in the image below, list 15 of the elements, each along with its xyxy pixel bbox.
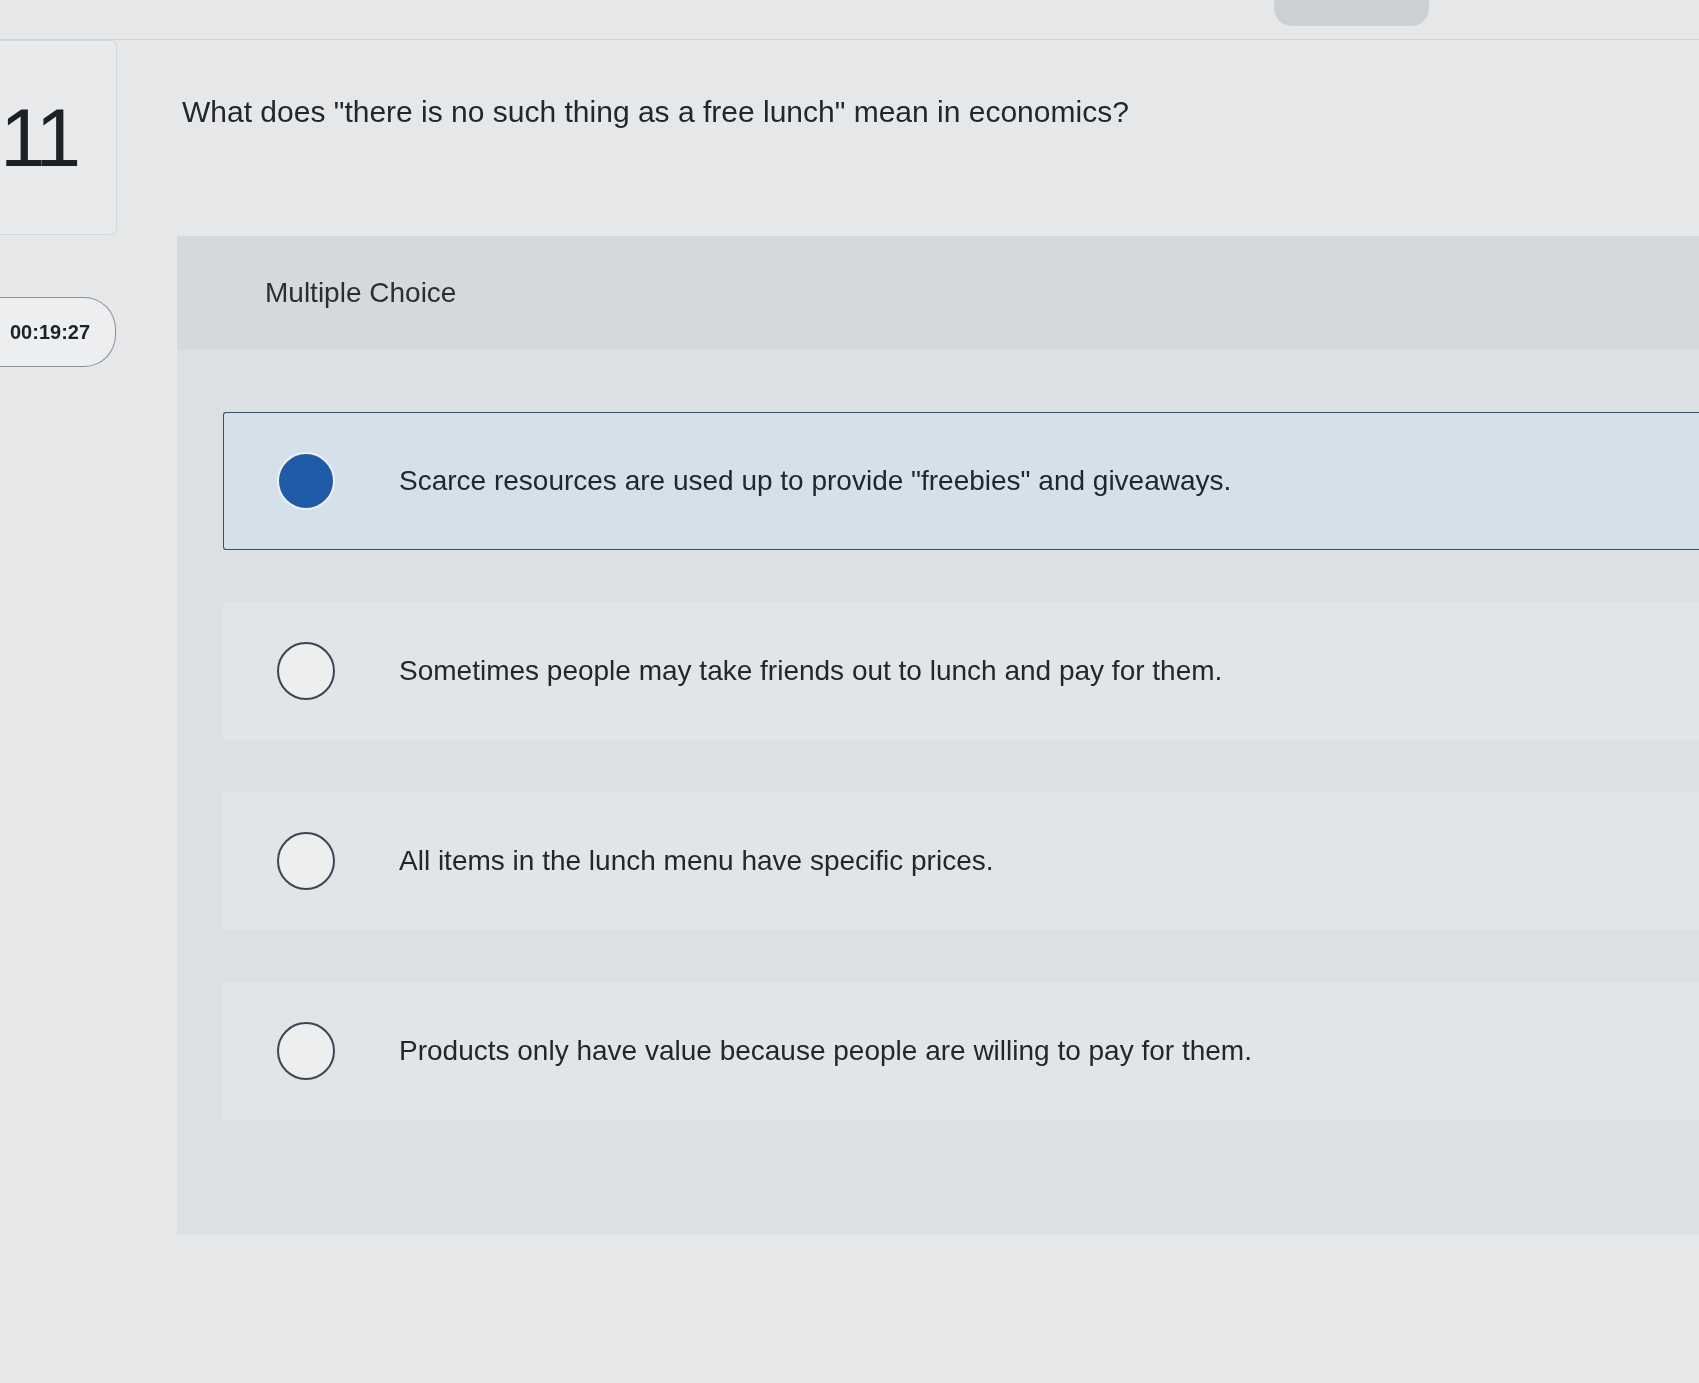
question-text: What does "there is no such thing as a free lunch" mean in economics? [182, 94, 1130, 130]
radio-button[interactable] [277, 1022, 335, 1080]
option-text: Products only have value because people are willing to pay for them. [399, 1034, 1252, 1068]
option-text: All items in the lunch menu have specific prices. [399, 844, 994, 878]
answer-option[interactable]: Products only have value because people are willing to pay for them. [223, 982, 1699, 1120]
answer-option[interactable]: Sometimes people may take friends out to lunch and pay for them. [223, 602, 1699, 740]
timer-badge: 00:19:27 [0, 297, 116, 367]
option-text: Scarce resources are used up to provide "freebies" and giveaways. [399, 464, 1232, 498]
question-type-label: Multiple Choice [265, 276, 457, 310]
question-number: 11 [0, 96, 78, 179]
radio-button[interactable] [277, 832, 335, 890]
answer-option[interactable]: Scarce resources are used up to provide "freebies" and giveaways. [223, 412, 1699, 550]
radio-button[interactable] [277, 642, 335, 700]
answer-option[interactable]: All items in the lunch menu have specific prices. [223, 792, 1699, 930]
option-text: Sometimes people may take friends out to lunch and pay for them. [399, 654, 1223, 688]
